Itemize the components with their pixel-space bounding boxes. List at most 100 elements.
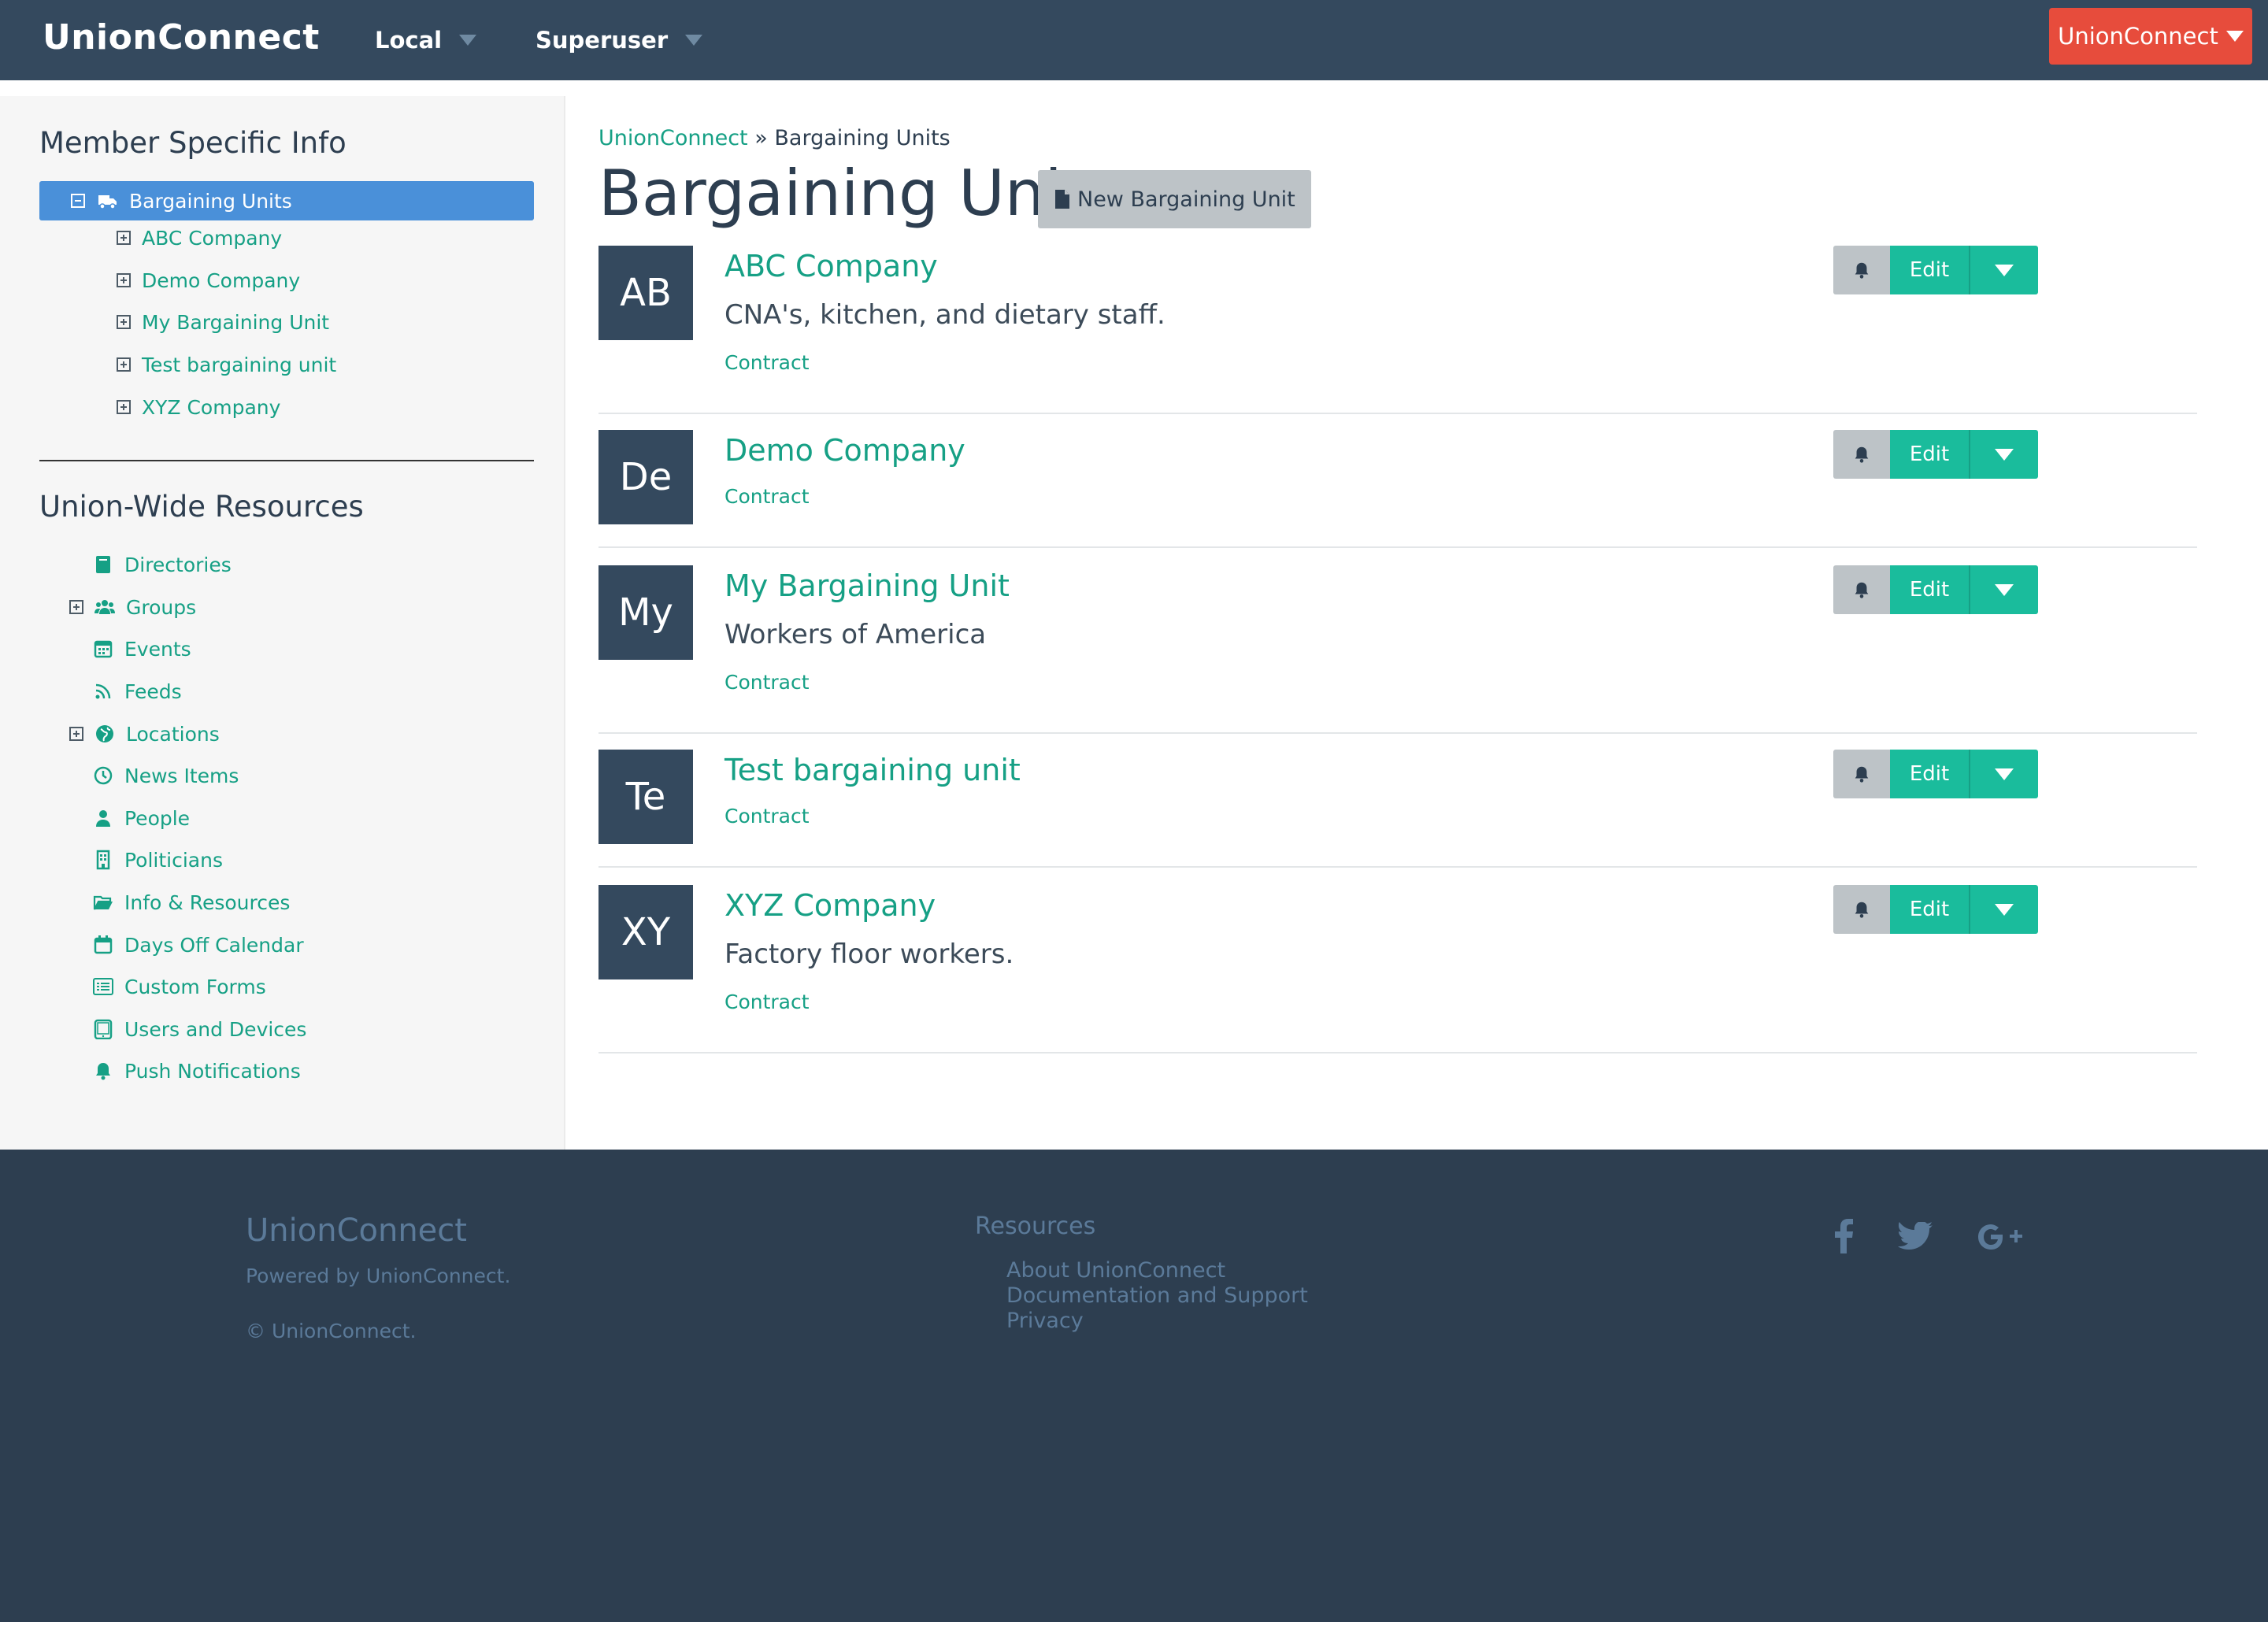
list-item: AB ABC Company CNA's, kitchen, and dieta…	[598, 246, 2197, 414]
notify-button[interactable]	[1833, 750, 1890, 798]
sidebar-item-info-resources[interactable]: Info & Resources	[91, 883, 290, 922]
sidebar-item-my-bargaining-unit[interactable]: My Bargaining Unit	[117, 302, 329, 342]
local-menu[interactable]: Local	[375, 27, 477, 54]
sidebar-item-users-and-devices[interactable]: Users and Devices	[91, 1009, 306, 1049]
breadcrumb-separator: »	[754, 126, 768, 150]
avatar: AB	[598, 246, 693, 340]
file-icon	[1055, 190, 1069, 209]
account-dropdown-button[interactable]: UnionConnect	[2049, 8, 2252, 65]
sidebar-item-directories[interactable]: Directories	[91, 545, 232, 584]
more-actions-dropdown[interactable]	[1969, 430, 2038, 479]
sidebar-item-test-bargaining-unit[interactable]: Test bargaining unit	[117, 345, 336, 384]
page-bottom-edge	[0, 1622, 2268, 1633]
collapse-icon[interactable]	[71, 194, 85, 208]
sidebar-item-label: Users and Devices	[124, 1017, 307, 1041]
notify-button[interactable]	[1833, 885, 1890, 934]
more-actions-dropdown[interactable]	[1969, 246, 2038, 294]
expand-icon[interactable]	[117, 231, 131, 245]
sidebar-item-label: Demo Company	[142, 268, 301, 292]
footer-link-documentation[interactable]: Documentation and Support	[1006, 1283, 1308, 1308]
brand-logo-link[interactable]: UnionConnect	[43, 17, 320, 57]
contract-link[interactable]: Contract	[724, 671, 810, 694]
unit-name-link[interactable]: ABC Company	[724, 249, 938, 283]
contract-link[interactable]: Contract	[724, 485, 810, 508]
rss-icon	[91, 679, 115, 703]
edit-button[interactable]: Edit	[1890, 246, 1969, 294]
sidebar-item-groups[interactable]: Groups	[69, 587, 196, 627]
contract-link[interactable]: Contract	[724, 805, 810, 828]
new-bargaining-unit-button[interactable]: New Bargaining Unit	[1038, 170, 1311, 228]
calendar-grid-icon	[91, 637, 115, 661]
expand-icon[interactable]	[117, 273, 131, 287]
sidebar-item-abc-company[interactable]: ABC Company	[117, 218, 282, 257]
sidebar-item-label: ABC Company	[142, 226, 283, 250]
sidebar-item-label: Custom Forms	[124, 975, 266, 998]
more-actions-dropdown[interactable]	[1969, 750, 2038, 798]
unit-action-buttons: Edit	[1833, 565, 2038, 614]
footer-link-about[interactable]: About UnionConnect	[1006, 1258, 1225, 1283]
sidebar-item-xyz-company[interactable]: XYZ Company	[117, 387, 280, 427]
contract-link[interactable]: Contract	[724, 991, 810, 1013]
breadcrumb-root-link[interactable]: UnionConnect	[598, 126, 748, 150]
caret-down-icon	[685, 35, 703, 46]
avatar: De	[598, 430, 693, 524]
edit-button[interactable]: Edit	[1890, 750, 1969, 798]
footer-copyright: © UnionConnect.	[246, 1320, 417, 1342]
list-item: De Demo Company Contract Edit	[598, 430, 2197, 548]
sidebar-item-politicians[interactable]: Politicians	[91, 840, 223, 879]
edit-button[interactable]: Edit	[1890, 430, 1969, 479]
edit-button[interactable]: Edit	[1890, 565, 1969, 614]
twitter-icon[interactable]	[1898, 1222, 1933, 1250]
caret-down-icon	[1995, 768, 2014, 780]
notify-button[interactable]	[1833, 565, 1890, 614]
unit-name-link[interactable]: Demo Company	[724, 433, 965, 468]
sidebar-divider	[39, 460, 534, 461]
sidebar-item-people[interactable]: People	[91, 798, 190, 838]
sidebar-item-custom-forms[interactable]: Custom Forms	[91, 967, 266, 1006]
bell-icon	[1855, 766, 1869, 783]
footer-brand: UnionConnect	[246, 1213, 467, 1249]
sidebar-item-events[interactable]: Events	[91, 629, 191, 668]
sidebar-item-feeds[interactable]: Feeds	[91, 672, 182, 711]
clock-icon	[91, 764, 115, 787]
footer-resources-heading: Resources	[975, 1213, 1096, 1240]
expand-icon[interactable]	[117, 357, 131, 372]
google-plus-icon[interactable]	[1978, 1224, 2024, 1250]
notify-button[interactable]	[1833, 430, 1890, 479]
list-item: Te Test bargaining unit Contract Edit	[598, 750, 2197, 868]
unit-name-link[interactable]: My Bargaining Unit	[724, 568, 1010, 603]
sidebar-item-label: Directories	[124, 553, 232, 576]
sidebar-item-locations[interactable]: Locations	[69, 714, 220, 754]
unit-name-link[interactable]: Test bargaining unit	[724, 753, 1021, 787]
more-actions-dropdown[interactable]	[1969, 885, 2038, 934]
facebook-icon[interactable]	[1833, 1219, 1854, 1253]
unit-action-buttons: Edit	[1833, 750, 2038, 798]
bell-icon	[91, 1059, 115, 1083]
sidebar-item-bargaining-units[interactable]: Bargaining Units	[39, 181, 534, 220]
sidebar-item-label: Events	[124, 637, 191, 661]
edit-button[interactable]: Edit	[1890, 885, 1969, 934]
superuser-menu[interactable]: Superuser	[536, 27, 703, 54]
unit-name-link[interactable]: XYZ Company	[724, 888, 936, 923]
expand-icon[interactable]	[117, 315, 131, 329]
avatar: Te	[598, 750, 693, 844]
contract-link[interactable]: Contract	[724, 351, 810, 374]
notify-button[interactable]	[1833, 246, 1890, 294]
bell-icon	[1855, 902, 1869, 918]
expand-icon[interactable]	[69, 727, 83, 741]
expand-icon[interactable]	[69, 600, 83, 614]
more-actions-dropdown[interactable]	[1969, 565, 2038, 614]
caret-down-icon	[2225, 31, 2244, 42]
truck-icon	[96, 189, 120, 213]
superuser-menu-label: Superuser	[536, 27, 669, 54]
list-item: XY XYZ Company Factory floor workers. Co…	[598, 885, 2197, 1053]
sidebar-item-demo-company[interactable]: Demo Company	[117, 261, 300, 300]
footer-link-privacy[interactable]: Privacy	[1006, 1309, 1084, 1333]
sidebar-item-news-items[interactable]: News Items	[91, 756, 239, 795]
sidebar-item-label: Bargaining Units	[129, 189, 292, 213]
expand-icon[interactable]	[117, 400, 131, 414]
sidebar-item-push-notifications[interactable]: Push Notifications	[91, 1051, 301, 1091]
sidebar-item-days-off-calendar[interactable]: Days Off Calendar	[91, 925, 304, 965]
calendar-icon	[91, 933, 115, 957]
breadcrumb-current: Bargaining Units	[774, 126, 951, 150]
